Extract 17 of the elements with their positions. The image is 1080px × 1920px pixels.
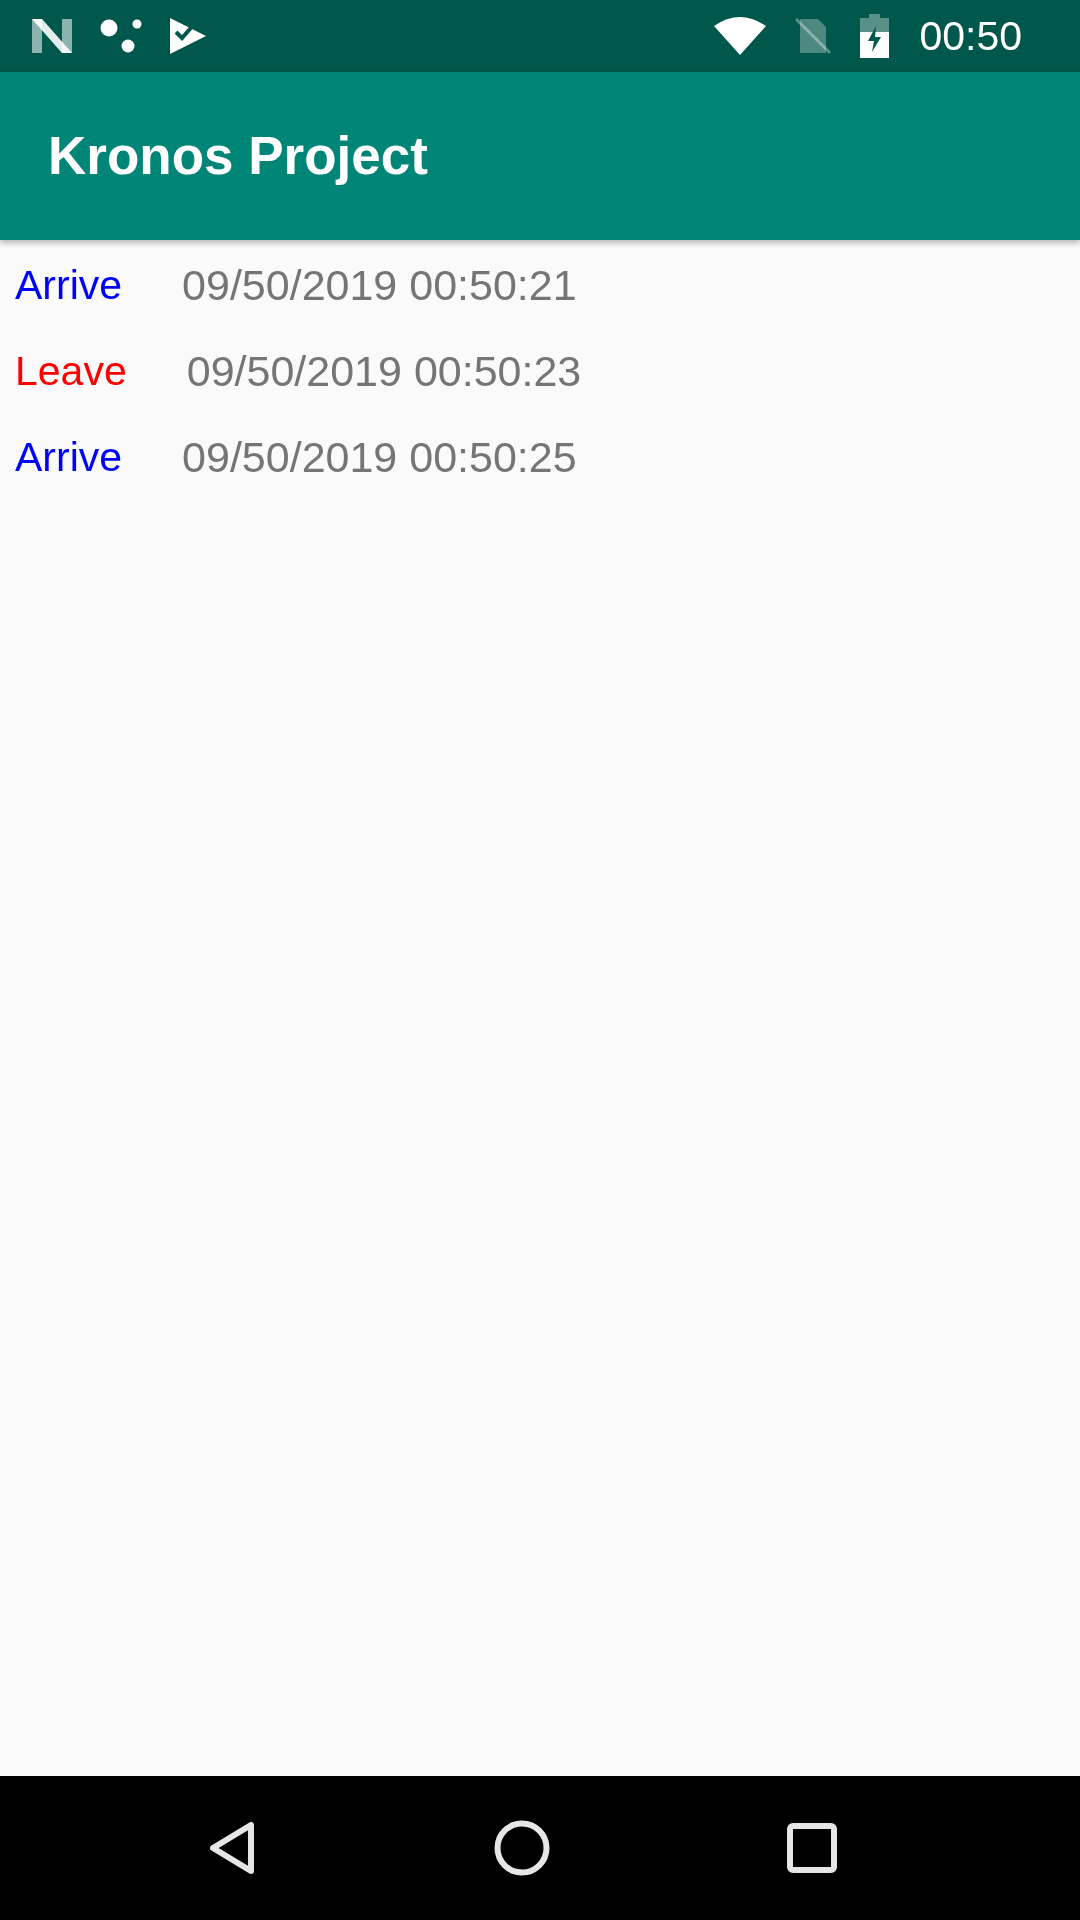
event-label: Arrive [15, 261, 123, 310]
dots-icon [100, 19, 142, 53]
event-label: Leave [15, 347, 127, 396]
event-label: Arrive [15, 433, 123, 482]
event-timestamp: 09/50/2019 00:50:25 [182, 432, 577, 483]
n-logo-icon [32, 19, 72, 53]
event-timestamp: 09/50/2019 00:50:21 [182, 260, 577, 311]
home-icon [494, 1820, 550, 1876]
status-time: 00:50 [919, 15, 1022, 57]
recents-icon [787, 1823, 837, 1873]
back-icon [209, 1821, 255, 1875]
battery-charging-icon [860, 14, 890, 58]
wifi-icon [714, 17, 767, 55]
no-sim-icon [794, 17, 833, 55]
event-timestamp: 09/50/2019 00:50:23 [186, 346, 582, 397]
app-title: Kronos Project [48, 125, 428, 188]
checklist-icon [170, 18, 206, 54]
